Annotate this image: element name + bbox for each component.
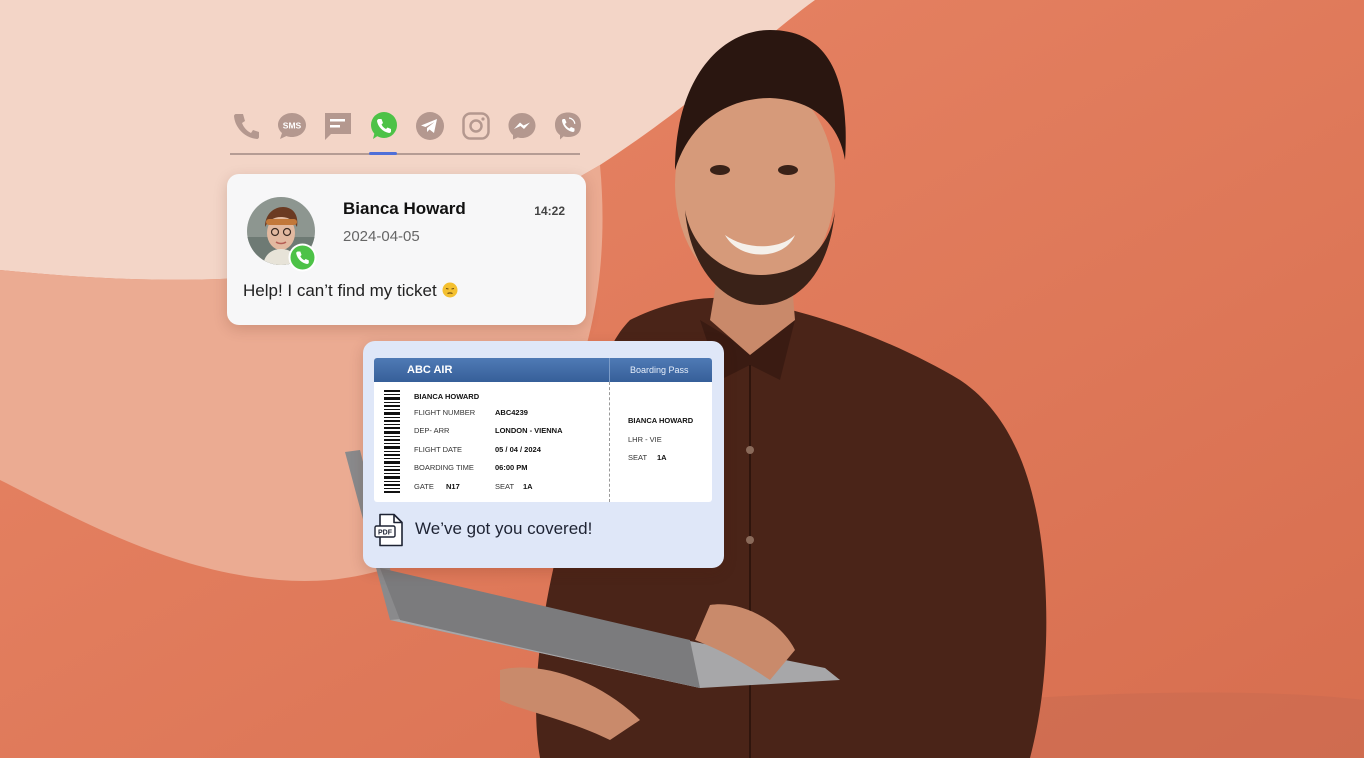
stub-seat-label: SEAT	[628, 453, 648, 462]
barcode	[384, 390, 400, 493]
boarding-pass[interactable]: ABC AIR Boarding Pass BIANCA HOWARD FLIG…	[374, 358, 712, 502]
telegram-icon[interactable]	[414, 110, 446, 142]
flight-number-label: FLIGHT NUMBER	[414, 408, 476, 417]
boarding-pass-header: ABC AIR Boarding Pass	[374, 358, 712, 382]
flight-number: ABC4239	[495, 408, 528, 417]
flight-date-label: FLIGHT DATE	[414, 445, 463, 454]
pensive-face-icon	[442, 282, 458, 298]
whatsapp-badge-icon	[288, 243, 317, 272]
chat-icon[interactable]	[322, 110, 354, 142]
message-date: 2024-04-05	[343, 228, 420, 245]
active-channel-indicator	[369, 152, 397, 155]
whatsapp-icon[interactable]	[368, 110, 400, 142]
stub-divider	[609, 382, 610, 502]
boarding-pass-label: Boarding Pass	[630, 365, 689, 375]
messenger-icon[interactable]	[506, 110, 538, 142]
passenger-name: BIANCA HOWARD	[414, 392, 480, 401]
message-body: Help! I can’t find my ticket	[243, 281, 458, 301]
sender-name: Bianca Howard	[343, 199, 466, 218]
boarding-time-label: BOARDING TIME	[414, 463, 474, 472]
dep-arr: LONDON - VIENNA	[495, 426, 563, 435]
reply-message-card[interactable]: ABC AIR Boarding Pass BIANCA HOWARD FLIG…	[363, 341, 724, 568]
pdf-file-type: PDF	[378, 530, 393, 537]
stub-seat: 1A	[657, 453, 667, 462]
gate-label: GATE	[414, 482, 434, 491]
pdf-file-icon[interactable]: PDF	[374, 513, 404, 547]
channel-tabs: SMS	[230, 110, 581, 156]
seat-label: SEAT	[495, 482, 515, 491]
airline-name: ABC AIR	[407, 364, 453, 376]
sms-icon[interactable]: SMS	[276, 110, 308, 142]
stub-route: LHR - VIE	[628, 435, 662, 444]
stub-passenger-name: BIANCA HOWARD	[628, 416, 694, 425]
incoming-message-card[interactable]: Bianca Howard 14:22 2024-04-05 Help! I c…	[227, 174, 586, 325]
message-text: Help! I can’t find my ticket	[243, 281, 437, 300]
phone-icon[interactable]	[230, 110, 262, 142]
instagram-icon[interactable]	[460, 110, 492, 142]
sms-icon-label: SMS	[283, 121, 302, 131]
channel-tabs-underline	[230, 153, 580, 155]
gate: N17	[446, 482, 460, 491]
viber-icon[interactable]	[552, 110, 584, 142]
flight-date: 05 / 04 / 2024	[495, 445, 541, 454]
reply-text: We’ve got you covered!	[415, 519, 593, 538]
message-time: 14:22	[534, 204, 565, 218]
header-divider	[609, 358, 610, 382]
seat: 1A	[523, 482, 533, 491]
boarding-time: 06:00 PM	[495, 463, 528, 472]
dep-arr-label: DEP- ARR	[414, 426, 450, 435]
